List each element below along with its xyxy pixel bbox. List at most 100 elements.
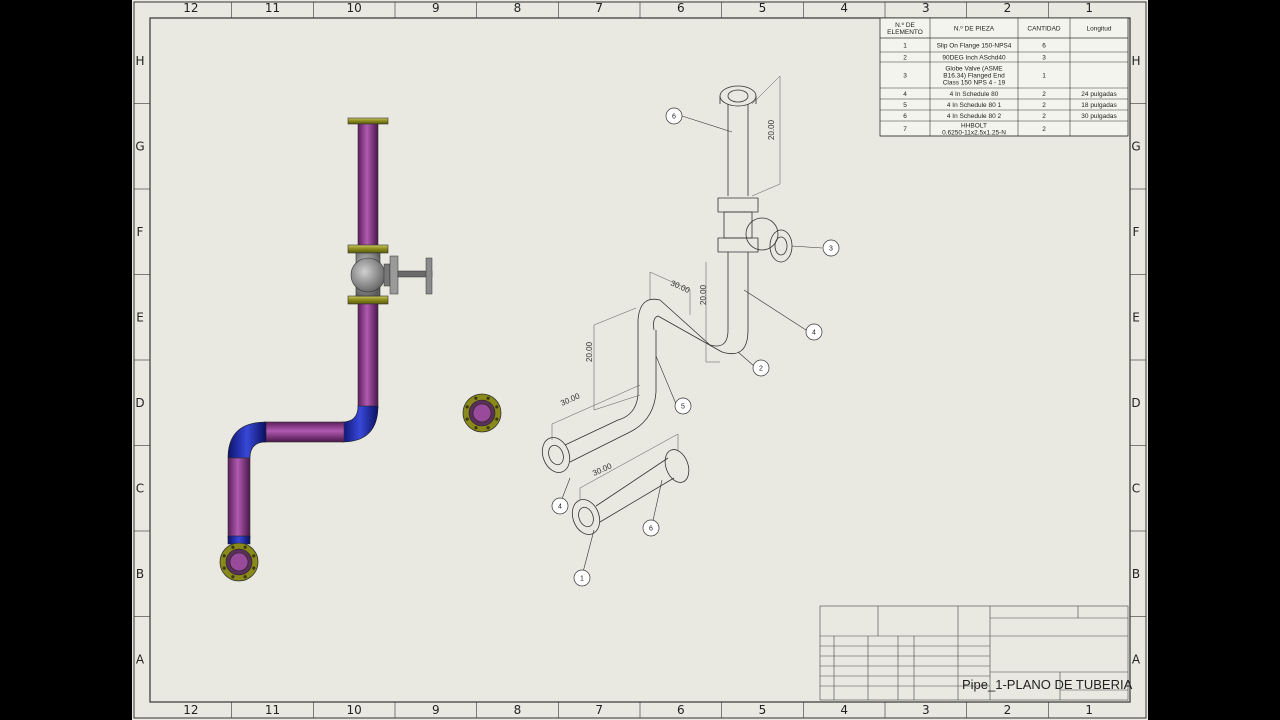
- balloon[interactable]: 1: [573, 569, 591, 587]
- bolt-hole: [222, 554, 226, 558]
- dimension-labels: 20.00 30.00 20.00 20.00 30.00 30.00: [559, 119, 776, 477]
- flange-center-bore: [472, 403, 492, 423]
- bolt-hole: [252, 554, 256, 558]
- bom-cell: 3: [1042, 54, 1046, 61]
- dimension-label: 20.00: [585, 341, 594, 362]
- bom-cell: 2: [1042, 102, 1046, 109]
- zone-column-label: 9: [432, 1, 440, 15]
- bom-cell: 0.6250-11x2.5x1.25-N: [942, 129, 1006, 136]
- elbow-upper: [341, 405, 379, 443]
- bolt-hole: [495, 417, 499, 421]
- zone-column-label: 3: [922, 1, 930, 15]
- zone-row-label: F: [1133, 225, 1140, 239]
- bom-cell: 2: [903, 54, 907, 61]
- bom-cell: 24 pulgadas: [1081, 91, 1117, 98]
- zone-column-label: 11: [265, 703, 280, 717]
- iso-flange-top-bore: [727, 89, 749, 103]
- zone-column-label: 6: [677, 1, 685, 15]
- iso-flange-left-bore: [548, 444, 564, 466]
- pipe-horizontal: [263, 421, 345, 443]
- iso-flange-left: [541, 437, 571, 473]
- valve-flange-bottom: [347, 295, 389, 305]
- zone-column-label: 4: [840, 1, 848, 15]
- bom-cell: 7: [903, 126, 907, 133]
- bom-cell: HHBOLT: [961, 122, 987, 129]
- drawing-canvas: 121211111010998877665544332211H HG GF FE ED D…: [133, 1, 1147, 719]
- dimension-label: 30.00: [669, 279, 691, 296]
- balloon-number: 4: [558, 504, 562, 511]
- zone-column-label: 8: [514, 1, 522, 15]
- bolt-hole: [231, 545, 235, 549]
- flange-bottom-bore: [229, 552, 249, 572]
- balloon-leaders: [559, 115, 823, 577]
- balloon-number: 3: [829, 246, 833, 253]
- balloon[interactable]: 4: [551, 497, 569, 515]
- bom-cell: 2: [1042, 91, 1046, 98]
- iso-valve-handwheel-hub: [774, 236, 788, 256]
- dimension-label: 20.00: [699, 284, 708, 305]
- zone-column-label: 2: [1004, 1, 1012, 15]
- bolt-hole: [243, 545, 247, 549]
- bom-cell: 4 In Schedule 80: [950, 91, 999, 98]
- iso-elbow-5: [637, 298, 661, 331]
- bom-header: CANTIDAD: [1027, 25, 1061, 32]
- elbow-lower: [227, 421, 267, 459]
- zone-row-label: C: [1132, 481, 1140, 495]
- balloon-number: 6: [649, 526, 653, 533]
- drawing-title: Pipe_1-PLANO DE TUBERIA: [962, 677, 1133, 692]
- bom-cell: 1: [1042, 72, 1046, 79]
- bom-cell: B16.34) Flanged End: [943, 72, 1005, 79]
- iso-valve-body: [723, 211, 753, 239]
- iso-pipe-top: [727, 104, 749, 196]
- iso-valve-flange-top: [717, 197, 759, 213]
- dimension-label: 20.00: [767, 119, 776, 140]
- bom-header: N.º DE: [895, 22, 915, 29]
- zone-row-label: A: [136, 652, 145, 666]
- bom-cell: Slip On Flange 150-NPS4: [937, 42, 1012, 49]
- bom-cell: 6: [1042, 42, 1046, 49]
- balloon[interactable]: 5: [674, 397, 692, 415]
- zone-row-label: H: [135, 54, 144, 68]
- flange-end-view: [462, 393, 502, 433]
- pipe-lower: [357, 303, 379, 409]
- zone-row-label: E: [1132, 310, 1140, 324]
- dimension-label: 30.00: [591, 461, 613, 478]
- bolt-hole: [252, 566, 256, 570]
- zone-column-label: 7: [595, 1, 603, 15]
- zone-row-label: F: [137, 225, 144, 239]
- pipe-front-view: [219, 117, 433, 582]
- iso-spool-flange-left: [571, 499, 601, 535]
- balloon-number: 2: [759, 366, 763, 373]
- bom-cell: 2: [1042, 113, 1046, 120]
- zone-row-label: G: [135, 139, 144, 153]
- bolt-hole: [231, 575, 235, 579]
- bom-cell: 2: [1042, 126, 1046, 133]
- zone-row-label: A: [1132, 652, 1141, 666]
- bom-cell: 18 pulgadas: [1081, 102, 1117, 109]
- bolt-hole: [495, 405, 499, 409]
- balloon[interactable]: 4: [805, 323, 823, 341]
- bom-cell: 4 In Schedule 80 2: [947, 113, 1002, 120]
- zone-column-label: 1: [1085, 1, 1093, 15]
- bom-cell: 6: [903, 113, 907, 120]
- zone-column-label: 6: [677, 703, 685, 717]
- zone-column-label: 11: [265, 1, 280, 15]
- iso-valve-handwheel: [769, 229, 793, 263]
- balloon[interactable]: 3: [822, 239, 840, 257]
- zone-column-label: 10: [347, 703, 362, 717]
- balloon[interactable]: 2: [752, 359, 770, 377]
- valve-flange-top: [347, 244, 389, 254]
- pipe-bottom: [227, 457, 251, 539]
- zone-column-label: 3: [922, 703, 930, 717]
- balloon[interactable]: 6: [665, 107, 683, 125]
- bom-cell: 30 pulgadas: [1081, 113, 1117, 120]
- balloon[interactable]: 6: [642, 519, 660, 537]
- zone-column-label: 5: [759, 1, 767, 15]
- bom-cell: 1: [903, 42, 907, 49]
- bom-cell: 5: [903, 102, 907, 109]
- dimension-label: 30.00: [559, 391, 581, 408]
- balloon-number: 1: [580, 576, 584, 583]
- zone-row-label: H: [1131, 54, 1140, 68]
- zone-row-label: E: [136, 310, 144, 324]
- bom-table: N.º DEELEMENTO N.º DE PIEZA CANTIDAD Longit…: [879, 17, 1129, 137]
